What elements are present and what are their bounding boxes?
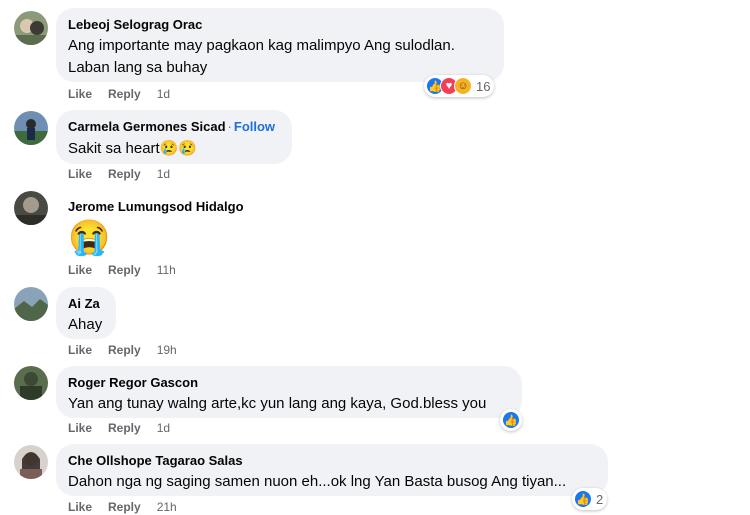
like-button[interactable]: Like xyxy=(68,87,92,101)
reaction-summary[interactable]: 👍 xyxy=(500,409,522,431)
commenter-name[interactable]: Lebeoj Selograg Orac xyxy=(68,16,492,33)
reply-button[interactable]: Reply xyxy=(108,263,141,277)
reaction-summary[interactable]: 👍 2 xyxy=(572,488,608,510)
comment-text: Ahay xyxy=(68,316,103,333)
comment-bubble: Ai Za Ahay xyxy=(56,287,116,339)
comment-text: Ang importante may pagkaon kag malimpyo … xyxy=(68,37,455,54)
reply-button[interactable]: Reply xyxy=(108,500,141,514)
haha-icon: ☺ xyxy=(454,77,472,95)
comment-bubble: Che Ollshope Tagarao Salas Dahon nga ng … xyxy=(56,444,608,496)
avatar[interactable] xyxy=(14,11,48,45)
commenter-name[interactable]: Carmela Germones Sicad xyxy=(68,119,226,134)
follow-button[interactable]: Follow xyxy=(234,119,275,134)
commenter-name[interactable]: Jerome Lumungsod Hidalgo xyxy=(68,198,244,215)
comment-actions: Like Reply 1d xyxy=(68,87,170,101)
crying-emoji: 😢😢 xyxy=(159,140,198,157)
comment-actions: Like Reply 1d xyxy=(68,167,170,181)
comment-actions: Like Reply 1d xyxy=(68,421,170,435)
reaction-count: 16 xyxy=(476,78,491,94)
like-button[interactable]: Like xyxy=(68,343,92,357)
avatar[interactable] xyxy=(14,366,48,400)
avatar[interactable] xyxy=(14,445,48,479)
timestamp[interactable]: 1d xyxy=(157,87,170,101)
comment-text: Dahon nga ng saging samen nuon eh...ok l… xyxy=(68,473,567,490)
reply-button[interactable]: Reply xyxy=(108,421,141,435)
avatar[interactable] xyxy=(14,111,48,145)
like-button[interactable]: Like xyxy=(68,263,92,277)
commenter-name[interactable]: Ai Za xyxy=(68,295,104,312)
comment-bubble: Carmela Germones Sicad · Follow Sakit sa h… xyxy=(56,110,292,164)
like-button[interactable]: Like xyxy=(68,500,92,514)
timestamp[interactable]: 21h xyxy=(157,500,177,514)
avatar[interactable] xyxy=(14,287,48,321)
comment-text: Sakit sa heart😢😢 xyxy=(68,138,280,160)
reply-button[interactable]: Reply xyxy=(108,87,141,101)
like-button[interactable]: Like xyxy=(68,421,92,435)
comment-body: Jerome Lumungsod Hidalgo 😭 xyxy=(68,198,244,257)
like-icon: 👍 xyxy=(502,411,520,429)
timestamp[interactable]: 19h xyxy=(157,343,177,357)
commenter-name[interactable]: Roger Regor Gascon xyxy=(68,374,510,391)
comment-text-content: Sakit sa heart xyxy=(68,140,160,157)
reply-button[interactable]: Reply xyxy=(108,343,141,357)
timestamp[interactable]: 11h xyxy=(157,263,176,277)
separator-dot: · xyxy=(227,119,232,134)
like-button[interactable]: Like xyxy=(68,167,92,181)
timestamp[interactable]: 1d xyxy=(157,167,170,181)
commenter-name[interactable]: Che Ollshope Tagarao Salas xyxy=(68,452,596,469)
comment-actions: Like Reply 21h xyxy=(68,500,177,514)
comment-bubble: Roger Regor Gascon Yan ang tunay walng a… xyxy=(56,366,522,418)
comment-actions: Like Reply 19h xyxy=(68,343,177,357)
reply-button[interactable]: Reply xyxy=(108,167,141,181)
comment-actions: Like Reply 11h xyxy=(68,263,176,277)
comment-text: Yan ang tunay walng arte,kc yun lang ang… xyxy=(68,395,487,412)
reaction-summary[interactable]: 👍 ♥ ☺ 16 xyxy=(424,75,495,97)
crying-emoji: 😭 xyxy=(68,219,111,257)
like-icon: 👍 xyxy=(574,490,592,508)
reaction-count: 2 xyxy=(596,491,604,507)
comment-bubble: Lebeoj Selograg Orac Ang importante may … xyxy=(56,8,504,82)
timestamp[interactable]: 1d xyxy=(157,421,170,435)
avatar[interactable] xyxy=(14,191,48,225)
